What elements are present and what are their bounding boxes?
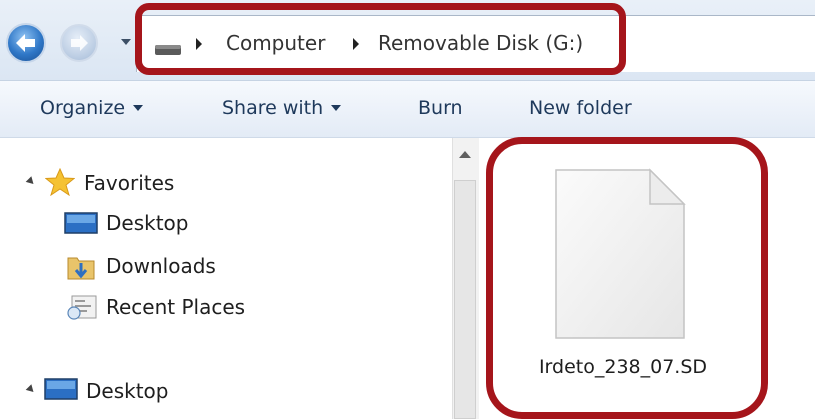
recent-pages-dropdown-icon[interactable] <box>120 36 132 48</box>
forward-button[interactable] <box>60 24 98 62</box>
nav-item-recent-places[interactable]: Recent Places <box>106 295 245 319</box>
blank-file-icon[interactable] <box>550 166 688 342</box>
nav-favorites[interactable]: Favorites <box>84 171 174 195</box>
new-folder-button[interactable]: New folder <box>529 97 632 119</box>
organize-button[interactable]: Organize <box>40 97 144 119</box>
drive-icon <box>155 45 181 55</box>
downloads-folder-icon <box>67 257 95 280</box>
share-with-button[interactable]: Share with <box>222 97 342 119</box>
chevron-right-icon[interactable] <box>352 38 360 50</box>
nav-item-desktop[interactable]: Desktop <box>106 211 188 235</box>
desktop-icon <box>44 378 78 400</box>
recent-places-icon <box>67 295 97 320</box>
scrollbar-thumb[interactable] <box>454 180 476 419</box>
chevron-right-icon[interactable] <box>195 38 203 50</box>
share-with-label: Share with <box>222 97 324 119</box>
breadcrumb-computer[interactable]: Computer <box>226 31 325 55</box>
organize-label: Organize <box>40 97 126 119</box>
burn-button[interactable]: Burn <box>418 97 463 119</box>
file-name-label[interactable]: Irdeto_238_07.SD <box>518 355 728 379</box>
star-icon <box>45 168 75 196</box>
scroll-up-icon[interactable] <box>459 151 471 158</box>
back-button[interactable] <box>6 23 46 63</box>
chevron-down-icon <box>331 105 342 111</box>
desktop-icon <box>64 212 98 234</box>
forward-arrow-icon <box>71 35 88 51</box>
nav-desktop-root[interactable]: Desktop <box>86 379 168 403</box>
back-arrow-icon <box>16 34 35 52</box>
chevron-down-icon <box>133 105 144 111</box>
nav-item-downloads[interactable]: Downloads <box>106 254 216 278</box>
breadcrumb-removable-disk[interactable]: Removable Disk (G:) <box>378 31 583 55</box>
